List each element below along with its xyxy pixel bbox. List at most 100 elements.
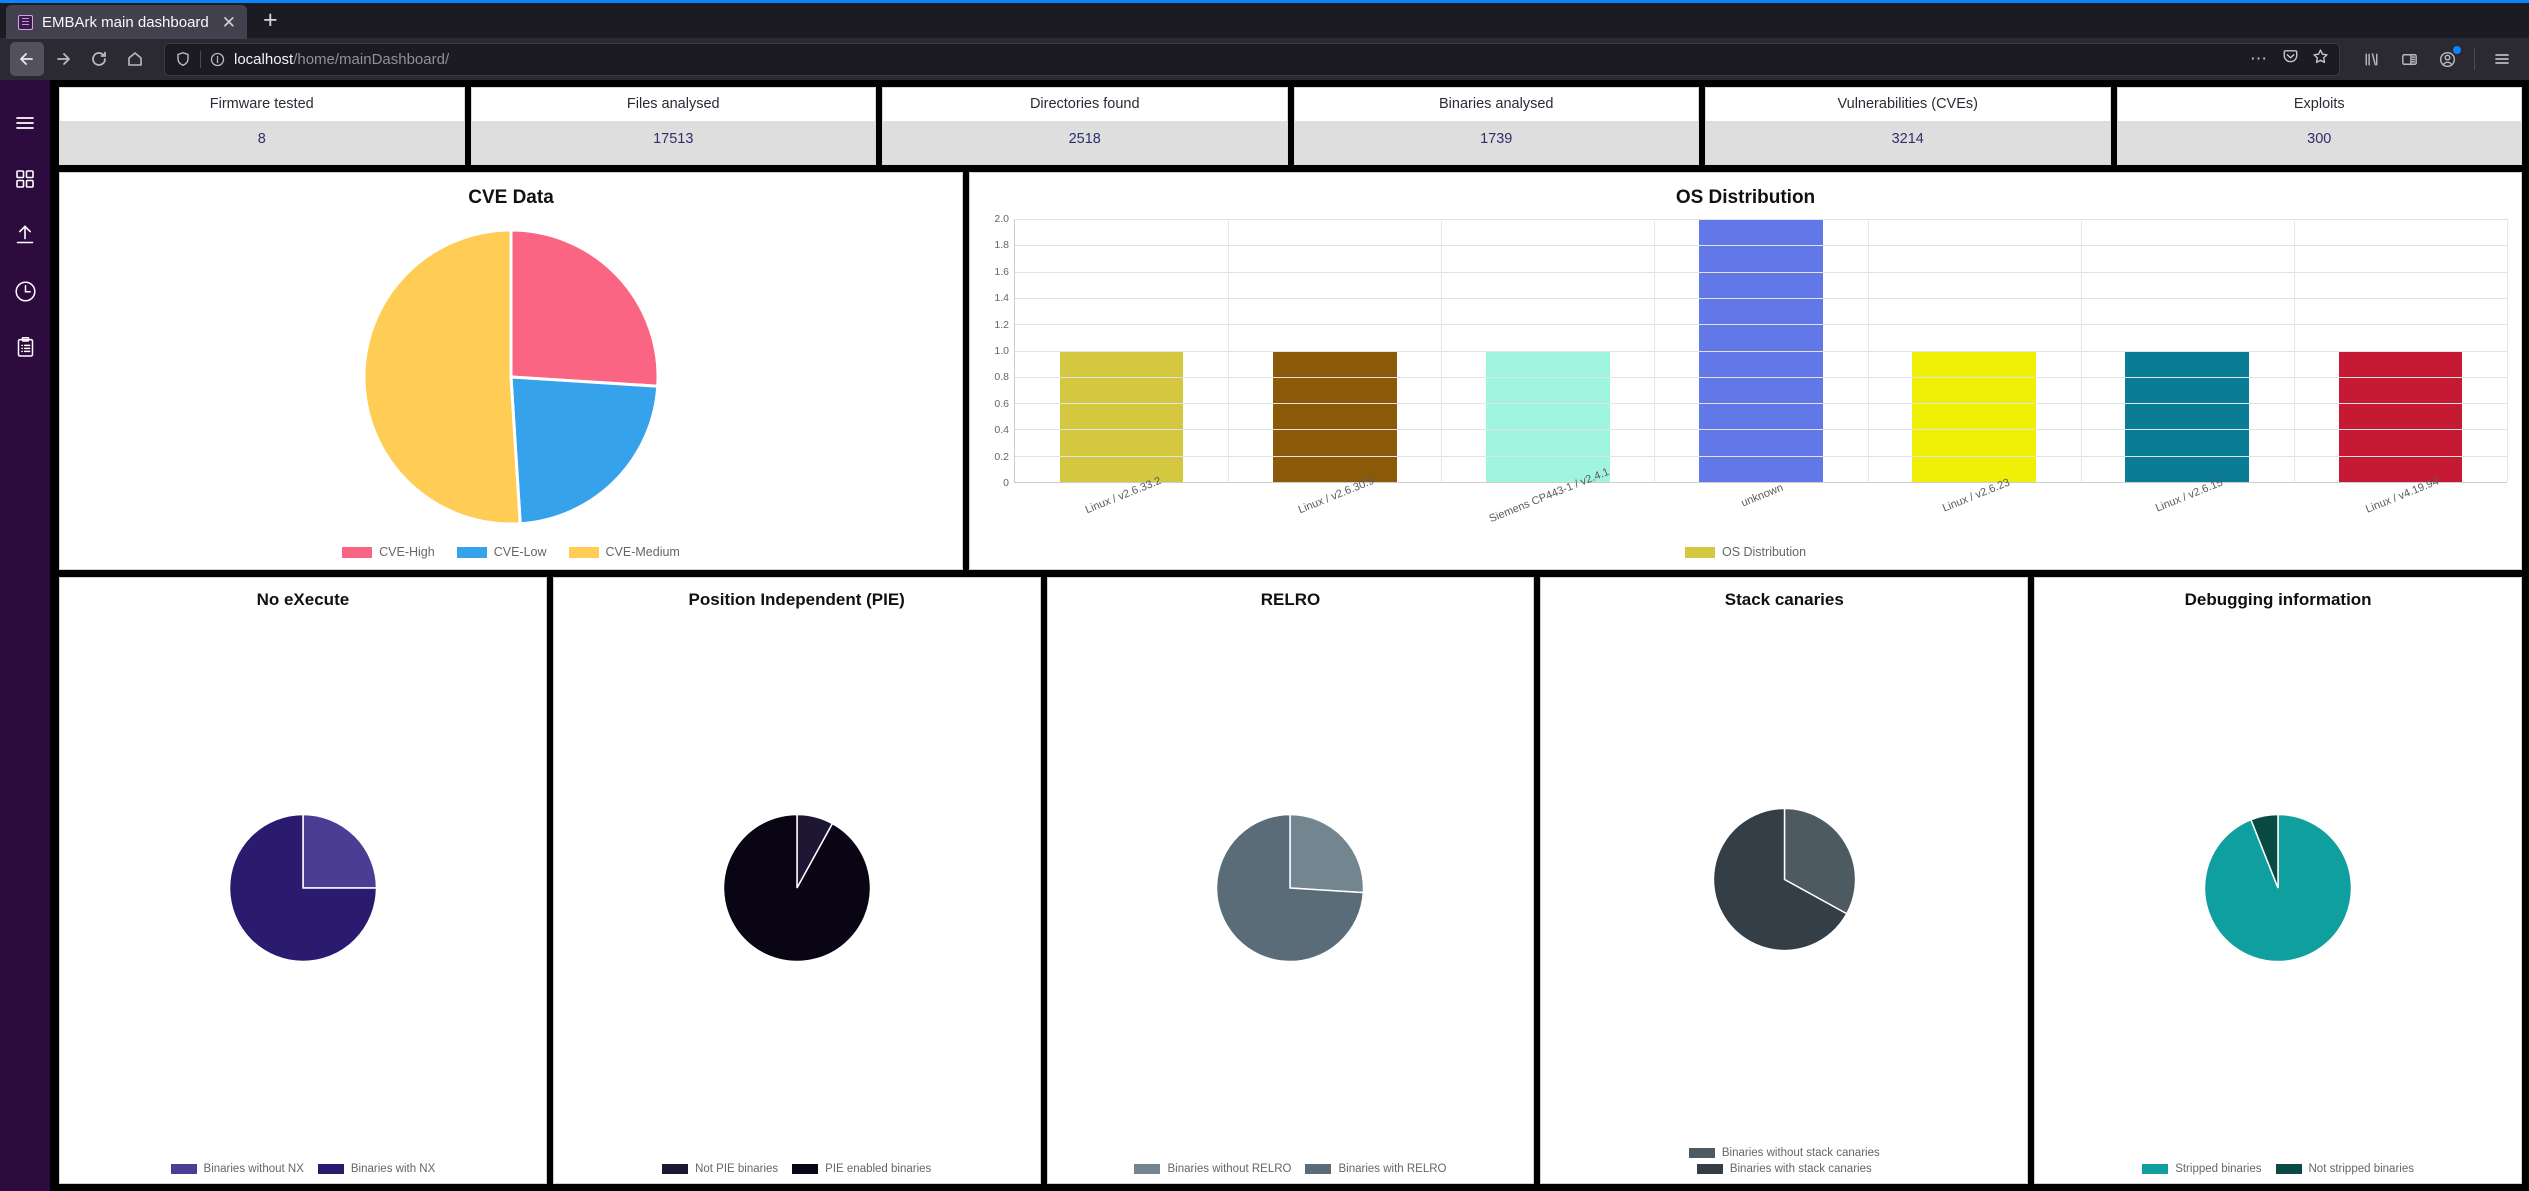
- legend-item[interactable]: Not stripped binaries: [2275, 1163, 2414, 1175]
- debugging-information-panel: Debugging information Stripped binaries N…: [2034, 577, 2522, 1184]
- pie-slice[interactable]: [1289, 813, 1365, 893]
- cve-pie-chart[interactable]: [361, 227, 661, 527]
- address-bar[interactable]: localhost/home/mainDashboard/ ⋯: [164, 42, 2340, 76]
- bar[interactable]: [2338, 350, 2463, 482]
- home-icon[interactable]: [118, 42, 152, 76]
- legend-swatch: [170, 1164, 197, 1174]
- legend-item[interactable]: Binaries without NX: [170, 1163, 304, 1175]
- legend-label: Stripped binaries: [2175, 1163, 2262, 1175]
- close-icon[interactable]: ✕: [222, 14, 236, 31]
- application-menu-icon[interactable]: [2485, 42, 2519, 76]
- site-information-icon[interactable]: [210, 52, 225, 67]
- dashboard-content: Firmware tested 8 Files analysed 17513 D…: [50, 80, 2529, 1191]
- pie-slice[interactable]: [722, 813, 871, 962]
- grid-icon[interactable]: [8, 162, 42, 196]
- legend-item[interactable]: Binaries with RELRO: [1305, 1163, 1447, 1175]
- back-arrow-icon[interactable]: [10, 42, 44, 76]
- clock-icon[interactable]: [8, 274, 42, 308]
- os-legend: OS Distribution: [970, 539, 2521, 569]
- legend-item[interactable]: OS Distribution: [1684, 545, 1806, 559]
- legend-item[interactable]: Binaries with NX: [317, 1163, 436, 1175]
- legend-item[interactable]: Binaries with stack canaries: [1696, 1163, 1872, 1175]
- legend-label: Binaries without RELRO: [1167, 1163, 1292, 1175]
- legend-swatch: [1684, 546, 1715, 558]
- pie-pie-chart[interactable]: [722, 813, 872, 963]
- legend-item[interactable]: CVE-High: [342, 545, 435, 559]
- legend-item[interactable]: CVE-Medium: [568, 545, 680, 559]
- legend-label: CVE-Low: [493, 545, 547, 559]
- cve-pie-body: [60, 215, 962, 539]
- page-title-debug: Debugging information: [2184, 590, 2372, 609]
- bar[interactable]: [1059, 350, 1184, 482]
- x-axis-cell: Linux / v2.6.30.9: [1227, 475, 1440, 539]
- upload-arrow-icon[interactable]: [8, 218, 42, 252]
- relro-pie-chart[interactable]: [1215, 813, 1365, 963]
- stat-label: Exploits: [2117, 88, 2521, 121]
- bar[interactable]: [1272, 350, 1397, 482]
- stat-card-directories-found: Directories found 2518: [882, 87, 1288, 165]
- hamburger-icon[interactable]: [8, 106, 42, 140]
- no-execute-panel: No eXecute Binaries without NX Binaries w…: [59, 577, 547, 1184]
- page-title-canary: Stack canaries: [1724, 590, 1844, 609]
- bar[interactable]: [2125, 350, 2250, 482]
- page-title-os: OS Distribution: [1675, 187, 1816, 208]
- y-axis-tick: 0.6: [994, 397, 1009, 410]
- pocket-icon[interactable]: [2282, 48, 2299, 70]
- page-actions-ellipsis-icon[interactable]: ⋯: [2250, 50, 2269, 67]
- legend-label: Binaries with NX: [350, 1163, 436, 1175]
- canary-pie-chart[interactable]: [1712, 807, 1857, 952]
- x-axis-tick-label: Linux / v2.6.23: [1940, 476, 2012, 515]
- x-axis-cell: Linux / v2.6.33.2: [1014, 475, 1227, 539]
- os-plot-area[interactable]: 0 0.2 0.4 0.6 0.8 1.0 1.2 1.4 1.6 1.8 2.0: [978, 213, 2508, 489]
- y-axis-tick: 1.6: [994, 265, 1009, 278]
- debug-legend: Stripped binaries Not stripped binaries: [2035, 1163, 2521, 1183]
- stat-value: 300: [2117, 121, 2521, 164]
- pie-slice[interactable]: [302, 813, 378, 889]
- clipboard-icon[interactable]: [8, 330, 42, 364]
- bookmark-star-icon[interactable]: [2312, 48, 2329, 70]
- legend-item[interactable]: CVE-Low: [456, 545, 547, 559]
- url-path: /home/mainDashboard/: [293, 50, 450, 68]
- legend-item[interactable]: Stripped binaries: [2142, 1163, 2262, 1175]
- stat-card-vulnerabilities: Vulnerabilities (CVEs) 3214: [1705, 87, 2111, 165]
- debug-pie-chart[interactable]: [2203, 813, 2353, 963]
- gridline: [1015, 455, 2507, 457]
- browser-tab[interactable]: EMBArk main dashboard ✕: [6, 5, 247, 39]
- y-axis-tick: 0.4: [994, 424, 1009, 437]
- firefox-account-icon[interactable]: [2430, 42, 2464, 76]
- sidebars-icon[interactable]: [2392, 42, 2426, 76]
- stat-card-firmware-tested: Firmware tested 8: [59, 87, 465, 165]
- reload-icon[interactable]: [82, 42, 116, 76]
- canary-pie-body: [1541, 612, 2027, 1147]
- legend-item[interactable]: Binaries without RELRO: [1134, 1163, 1291, 1175]
- forward-arrow-icon[interactable]: [46, 42, 80, 76]
- nx-pie-chart[interactable]: [228, 813, 378, 963]
- legend-label: Not stripped binaries: [2308, 1163, 2414, 1175]
- pie-slice[interactable]: [362, 228, 522, 526]
- library-icon[interactable]: [2354, 42, 2388, 76]
- legend-item[interactable]: Binaries without stack canaries: [1688, 1147, 1880, 1159]
- x-axis-cell: Siemens CP443-1 / v2.4.1: [1441, 466, 1654, 539]
- stat-label: Vulnerabilities (CVEs): [1706, 88, 2110, 121]
- legend-swatch: [662, 1164, 689, 1174]
- stat-card-row: Firmware tested 8 Files analysed 17513 D…: [59, 87, 2522, 165]
- app-sidebar: [0, 80, 50, 1191]
- vertical-gridline: [1867, 219, 1869, 482]
- vertical-gridline: [2507, 219, 2508, 482]
- bar[interactable]: [1912, 350, 2036, 482]
- cve-data-panel: CVE Data CVE-High CVE-Low CVE-Medium: [59, 172, 963, 570]
- new-tab-button[interactable]: +: [247, 8, 292, 38]
- vertical-gridline: [2080, 219, 2082, 482]
- account-notification-badge: [2453, 46, 2461, 54]
- pie-slice[interactable]: [509, 228, 660, 388]
- cve-legend: CVE-High CVE-Low CVE-Medium: [60, 539, 962, 569]
- x-axis-tick-label: Linux / v2.6.15: [2153, 476, 2225, 515]
- pie-slice[interactable]: [509, 375, 660, 526]
- legend-item[interactable]: PIE enabled binaries: [792, 1163, 931, 1175]
- legend-item[interactable]: Not PIE binaries: [662, 1163, 778, 1175]
- shield-icon[interactable]: [175, 51, 191, 67]
- stat-value: 2518: [883, 121, 1287, 164]
- bar[interactable]: [1486, 350, 1610, 482]
- stat-value: 8: [60, 121, 464, 164]
- canary-legend: Binaries without stack canaries Binaries …: [1541, 1147, 2027, 1183]
